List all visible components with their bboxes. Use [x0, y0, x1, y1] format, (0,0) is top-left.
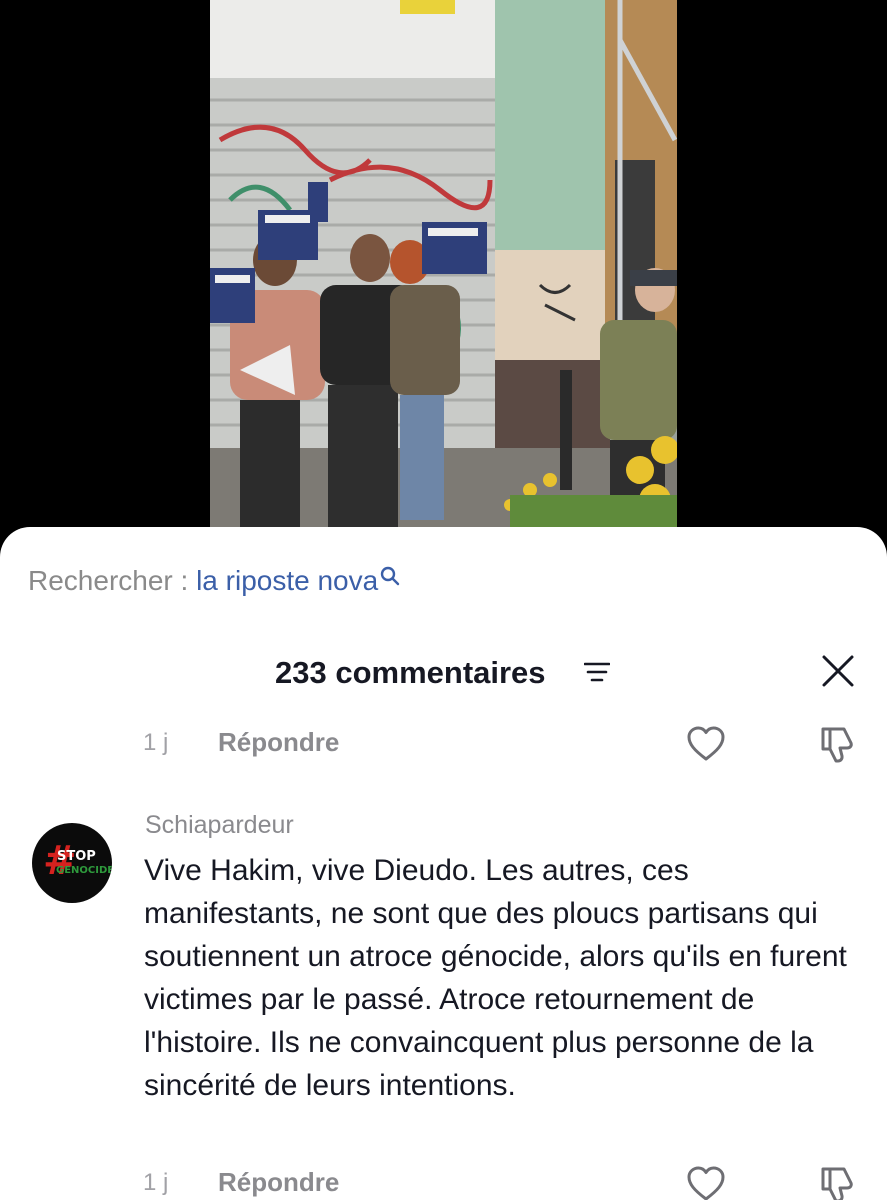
comments-header: 233 commentaires: [0, 647, 887, 697]
comment-time: 1 j: [143, 729, 169, 756]
dislike-icon[interactable]: [817, 1165, 857, 1200]
dislike-icon[interactable]: [817, 725, 857, 770]
search-icon: [380, 561, 400, 593]
avatar-text-stop: STOP: [57, 849, 96, 864]
search-suggestion[interactable]: Rechercher : la riposte nova: [28, 565, 400, 597]
comment-time: 1 j: [143, 1169, 169, 1196]
comments-sheet: Rechercher : la riposte nova 233 comment…: [0, 527, 887, 1200]
comment-username[interactable]: Schiapardeur: [145, 811, 294, 840]
video-still-image: [210, 0, 677, 527]
comment-text: Vive Hakim, vive Dieudo. Les autres, ces…: [144, 854, 847, 1102]
heart-icon[interactable]: [686, 725, 726, 768]
filter-lines-icon[interactable]: [583, 661, 611, 688]
video-player[interactable]: [0, 0, 887, 545]
reply-button[interactable]: Répondre: [218, 727, 339, 758]
close-icon[interactable]: [820, 653, 856, 694]
reply-button[interactable]: Répondre: [218, 1167, 339, 1198]
comment-meta: 1 j Répondre: [0, 1165, 887, 1200]
comment-count: 233 commentaires: [275, 655, 546, 690]
avatar[interactable]: # STOP GENOCIDE: [32, 823, 112, 903]
search-prefix: Rechercher :: [28, 565, 197, 596]
video-frame[interactable]: [210, 0, 677, 527]
search-query-link[interactable]: la riposte nova: [196, 565, 378, 596]
previous-comment-meta: 1 j Répondre: [0, 725, 887, 769]
avatar-text-genocide: GENOCIDE: [56, 865, 112, 876]
heart-icon[interactable]: [686, 1165, 726, 1200]
